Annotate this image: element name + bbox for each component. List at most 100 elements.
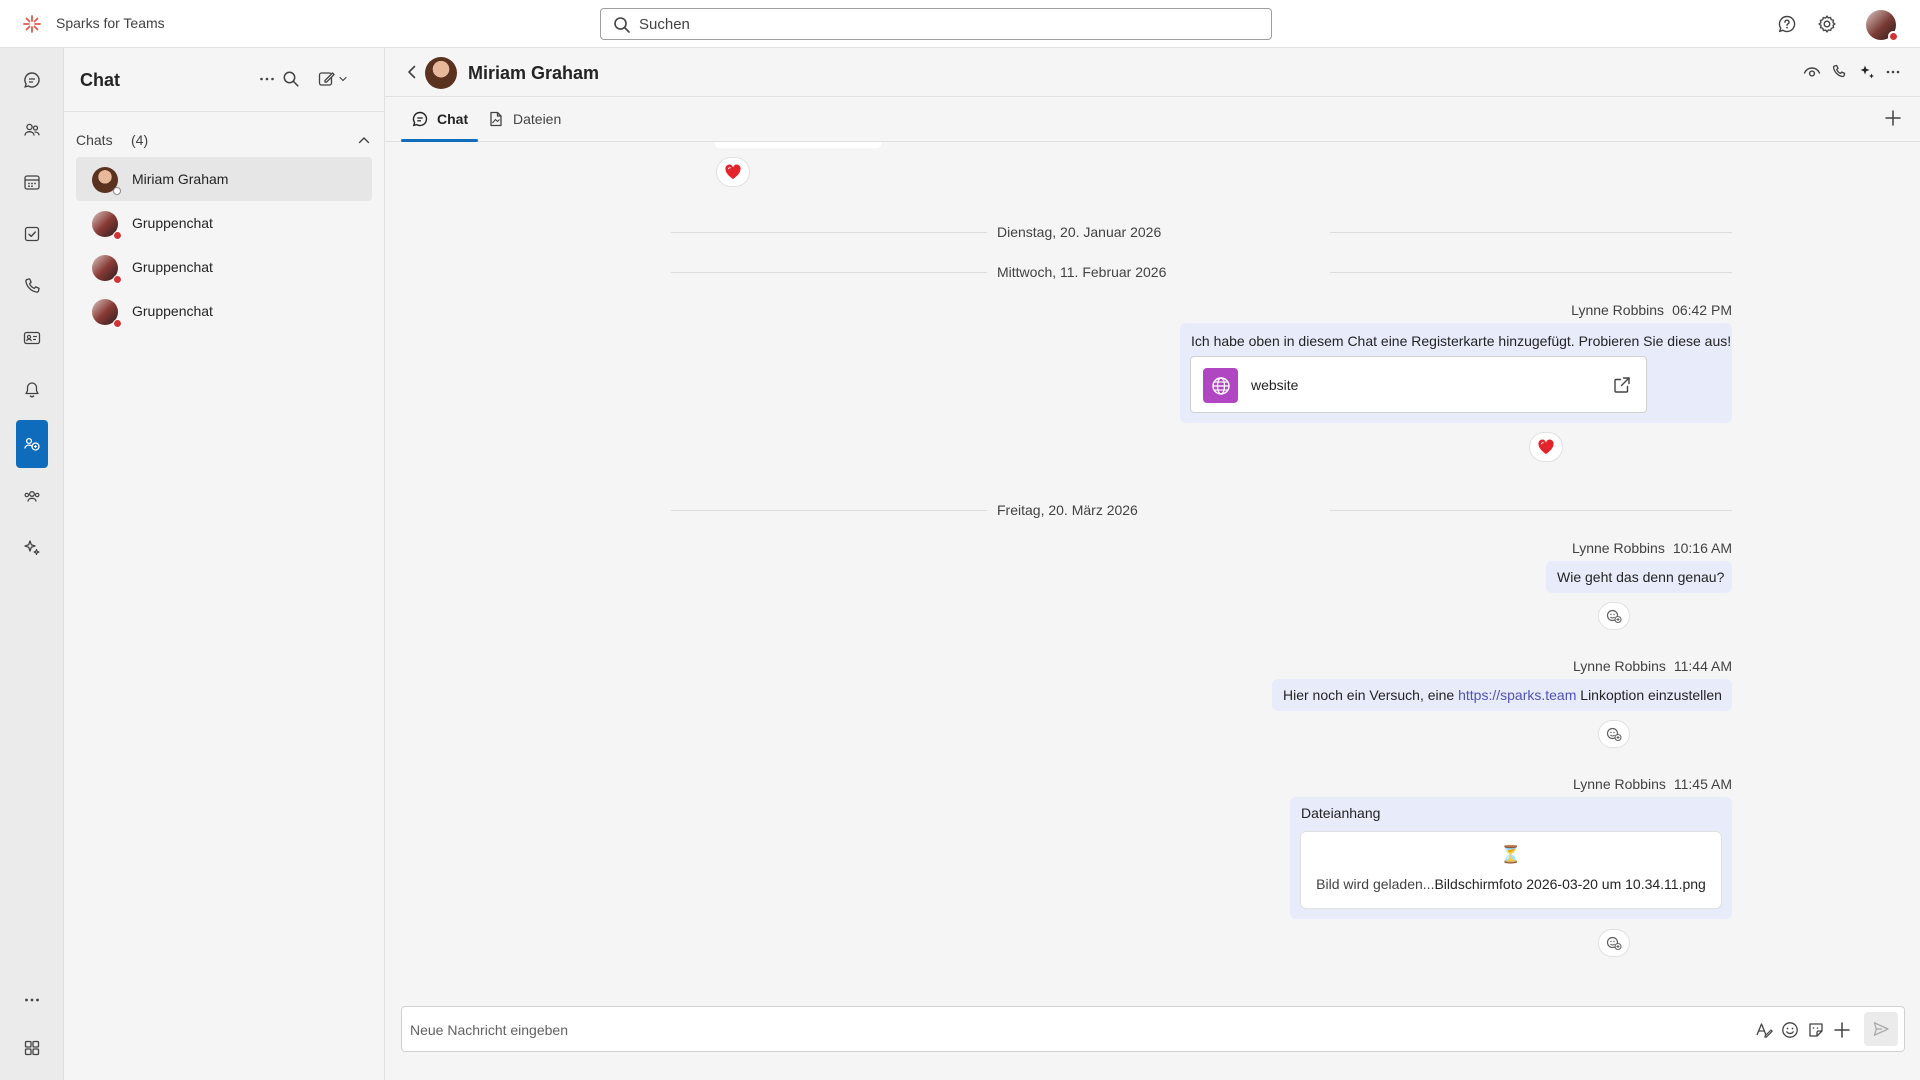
search-input[interactable] [639, 13, 1239, 35]
send-button[interactable] [1864, 1012, 1898, 1046]
message-text: Hier noch ein Versuch, eine https://spar… [1283, 687, 1722, 703]
apps-grid-icon [24, 1040, 40, 1056]
timestamp: 11:45 AM [1673, 776, 1732, 792]
sparks-logo-icon [22, 14, 42, 34]
message-input[interactable] [410, 1019, 1510, 1041]
rail-sparks-chat-button[interactable] [16, 420, 48, 468]
more-options-icon[interactable] [258, 70, 276, 88]
rail-communities-button[interactable] [16, 472, 48, 520]
task-check-icon [24, 226, 40, 242]
add-reaction-button[interactable] [1598, 929, 1630, 957]
back-chevron-icon[interactable] [405, 64, 419, 80]
avatar [425, 57, 457, 89]
heart-reaction[interactable] [716, 157, 750, 187]
chat-name: Miriam Graham [132, 171, 229, 187]
rail-teams-button[interactable] [16, 106, 48, 154]
settings-gear-icon[interactable] [1817, 14, 1837, 34]
chat-list-item[interactable]: Gruppenchat [76, 201, 372, 245]
chevron-up-icon[interactable] [356, 132, 372, 148]
chat-list-item[interactable]: Gruppenchat [76, 289, 372, 333]
timestamp: 10:16 AM [1672, 540, 1732, 556]
chat-name: Gruppenchat [132, 215, 213, 231]
sender-name: Lynne Robbins [1571, 302, 1665, 318]
add-reaction-icon [1606, 609, 1622, 624]
presence-busy-icon [113, 275, 122, 284]
sender-name: Lynne Robbins [1572, 776, 1666, 792]
message-bubble[interactable]: Hier noch ein Versuch, eine https://spar… [1272, 679, 1732, 711]
compose-box[interactable] [401, 1006, 1905, 1052]
rail-activity-button[interactable] [16, 56, 48, 104]
chat-list-header: Chat [64, 48, 384, 112]
rail-notifications-button[interactable] [16, 366, 48, 414]
attachment-filename: Bildschirmfoto 2026-03-20 um 10.34.11.pn… [1434, 876, 1706, 892]
heart-reaction[interactable] [1529, 432, 1563, 462]
open-external-icon[interactable] [1612, 375, 1632, 395]
tab-files-label: Dateien [513, 111, 562, 127]
help-icon[interactable] [1777, 14, 1797, 34]
message-bubble[interactable]: Wie geht das denn genau? [1546, 561, 1732, 593]
emoji-icon[interactable] [1780, 1020, 1800, 1040]
date-separator: Dienstag, 20. Januar 2026 [671, 222, 1732, 242]
search-chats-icon[interactable] [282, 70, 300, 88]
avatar [92, 167, 121, 195]
tab-files[interactable]: Dateien [477, 97, 571, 141]
rail-calls-button[interactable] [16, 262, 48, 310]
chats-section-header[interactable]: Chats (4) [76, 126, 372, 154]
message-bubble[interactable]: Dateianhang ⏳ Bild wird geladen...Bildsc… [1290, 797, 1732, 919]
link-card[interactable]: website [1190, 356, 1647, 413]
rail-apps-button[interactable] [16, 1024, 48, 1072]
new-chat-compose-icon[interactable] [318, 70, 352, 88]
sparkle-icon [24, 540, 40, 556]
message-text-before: Hier noch ein Versuch, eine [1283, 687, 1459, 703]
date-label: Mittwoch, 11. Februar 2026 [997, 264, 1167, 280]
chat-list-item[interactable]: Gruppenchat [76, 245, 372, 289]
conversation-tabs: Chat Dateien [385, 96, 1920, 142]
message-text: Ich habe oben in diesem Chat eine Regist… [1191, 333, 1732, 349]
rail-tasks-button[interactable] [16, 210, 48, 258]
add-reaction-button[interactable] [1598, 720, 1630, 748]
phone-icon [25, 278, 40, 293]
attachment-status: Bild wird geladen...Bildschirmfoto 2026-… [1301, 876, 1721, 892]
people-chat-icon [24, 437, 40, 451]
add-reaction-button[interactable] [1598, 602, 1630, 630]
chats-section-count: (4) [131, 132, 149, 148]
community-icon [24, 491, 40, 502]
message-link[interactable]: https://sparks.team [1458, 687, 1576, 703]
image-attachment-card[interactable]: ⏳ Bild wird geladen...Bildschirmfoto 202… [1300, 831, 1722, 909]
rail-copilot-button[interactable] [16, 524, 48, 572]
message-text-after: Linkoption einzustellen [1576, 687, 1722, 703]
date-separator: Mittwoch, 11. Februar 2026 [671, 262, 1732, 282]
add-reaction-icon [1606, 936, 1622, 951]
sender-name: Lynne Robbins [1572, 658, 1666, 674]
presence-busy-icon [113, 231, 122, 240]
avatar [92, 255, 122, 284]
eye-icon[interactable] [1803, 64, 1821, 80]
message-list: Dienstag, 20. Januar 2026 Mittwoch, 11. … [385, 142, 1920, 1042]
user-avatar[interactable] [1866, 10, 1899, 42]
call-phone-icon[interactable] [1831, 64, 1847, 80]
more-options-icon[interactable] [1885, 64, 1901, 80]
hourglass-icon: ⏳ [1500, 845, 1522, 864]
format-pen-icon[interactable] [1754, 1020, 1774, 1040]
sender-name: Lynne Robbins [1571, 540, 1665, 556]
copilot-sparkle-icon[interactable] [1858, 64, 1876, 80]
date-separator: Freitag, 20. März 2026 [671, 500, 1732, 520]
rail-contacts-button[interactable] [16, 314, 48, 362]
send-icon [1873, 1022, 1889, 1036]
rail-more-button[interactable] [16, 976, 48, 1024]
plus-icon[interactable] [1832, 1020, 1852, 1040]
chats-section-label: Chats [76, 132, 113, 148]
people-icon [24, 123, 40, 136]
add-tab-plus-icon[interactable] [1884, 109, 1902, 127]
message-bubble[interactable]: Ich habe oben in diesem Chat eine Regist… [1180, 323, 1732, 423]
search-icon [613, 16, 631, 34]
add-reaction-icon [1606, 727, 1622, 742]
tab-chat[interactable]: Chat [401, 97, 479, 142]
message-text: Wie geht das denn genau? [1557, 569, 1725, 585]
rail-calendar-button[interactable] [16, 158, 48, 206]
file-icon [490, 111, 502, 127]
sticker-icon[interactable] [1806, 1020, 1826, 1040]
chat-list-item[interactable]: Miriam Graham [76, 157, 372, 201]
search-box[interactable] [600, 8, 1272, 40]
chat-bubble-icon [412, 111, 428, 127]
